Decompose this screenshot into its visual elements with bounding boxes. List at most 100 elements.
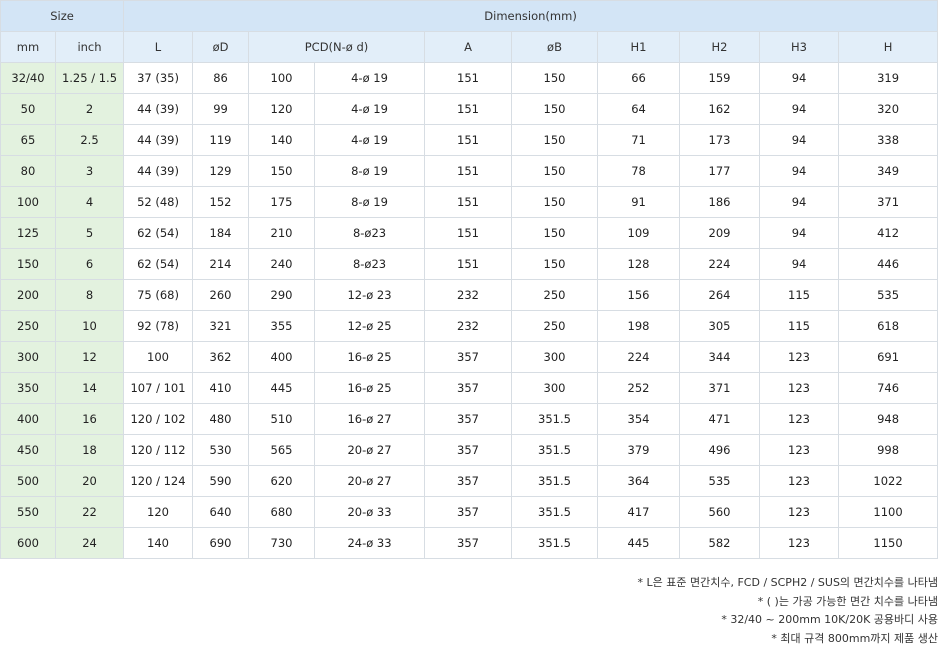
cell-size-mm: 80: [1, 156, 56, 187]
col-header-h1: H1: [598, 32, 680, 63]
cell-size-inch: 8: [56, 280, 124, 311]
cell-pcd-holes: 24-ø 33: [315, 528, 425, 559]
cell-od: 214: [193, 249, 249, 280]
table-row: 652.544 (39)1191404-ø 191511507117394338: [1, 125, 938, 156]
header-row-columns: mm inch L øD PCD(N-ø d) A øB H1 H2 H3 H: [1, 32, 938, 63]
table-row: 6002414069073024-ø 33357351.544558212311…: [1, 528, 938, 559]
col-header-inch: inch: [56, 32, 124, 63]
cell-a: 232: [425, 311, 512, 342]
cell-h2: 371: [680, 373, 760, 404]
cell-l: 120: [124, 497, 193, 528]
cell-od: 119: [193, 125, 249, 156]
cell-l: 44 (39): [124, 125, 193, 156]
cell-size-mm: 100: [1, 187, 56, 218]
cell-h3: 123: [760, 373, 839, 404]
cell-size-mm: 600: [1, 528, 56, 559]
cell-h1: 156: [598, 280, 680, 311]
cell-l: 52 (48): [124, 187, 193, 218]
header-row-group: Size Dimension(mm): [1, 1, 938, 32]
cell-h3: 94: [760, 187, 839, 218]
cell-h3: 123: [760, 342, 839, 373]
cell-size-inch: 1.25 / 1.5: [56, 63, 124, 94]
cell-h2: 582: [680, 528, 760, 559]
cell-h3: 94: [760, 249, 839, 280]
cell-pcd: 175: [249, 187, 315, 218]
cell-h: 948: [839, 404, 938, 435]
cell-a: 357: [425, 373, 512, 404]
table-row: 100452 (48)1521758-ø 191511509118694371: [1, 187, 938, 218]
cell-h3: 123: [760, 466, 839, 497]
cell-h1: 252: [598, 373, 680, 404]
cell-pcd: 680: [249, 497, 315, 528]
cell-size-inch: 14: [56, 373, 124, 404]
cell-pcd: 730: [249, 528, 315, 559]
cell-l: 37 (35): [124, 63, 193, 94]
cell-l: 44 (39): [124, 156, 193, 187]
cell-a: 151: [425, 94, 512, 125]
cell-pcd: 210: [249, 218, 315, 249]
cell-h1: 224: [598, 342, 680, 373]
cell-h2: 224: [680, 249, 760, 280]
cell-h1: 109: [598, 218, 680, 249]
cell-size-inch: 2.5: [56, 125, 124, 156]
cell-size-mm: 500: [1, 466, 56, 497]
cell-a: 151: [425, 187, 512, 218]
cell-h3: 94: [760, 156, 839, 187]
cell-pcd: 355: [249, 311, 315, 342]
cell-l: 120 / 112: [124, 435, 193, 466]
cell-h1: 66: [598, 63, 680, 94]
cell-h1: 417: [598, 497, 680, 528]
table-body: 32/401.25 / 1.537 (35)861004-ø 191511506…: [1, 63, 938, 559]
cell-h3: 123: [760, 404, 839, 435]
cell-h3: 94: [760, 94, 839, 125]
table-row: 3001210036240016-ø 25357300224344123691: [1, 342, 938, 373]
cell-size-mm: 32/40: [1, 63, 56, 94]
cell-l: 92 (78): [124, 311, 193, 342]
cell-size-mm: 550: [1, 497, 56, 528]
cell-pcd-holes: 20-ø 27: [315, 435, 425, 466]
cell-pcd-holes: 16-ø 27: [315, 404, 425, 435]
cell-ob: 150: [512, 94, 598, 125]
cell-a: 357: [425, 404, 512, 435]
cell-h: 412: [839, 218, 938, 249]
cell-a: 151: [425, 249, 512, 280]
cell-size-mm: 400: [1, 404, 56, 435]
cell-h1: 71: [598, 125, 680, 156]
cell-l: 100: [124, 342, 193, 373]
cell-l: 140: [124, 528, 193, 559]
cell-h1: 64: [598, 94, 680, 125]
cell-h1: 128: [598, 249, 680, 280]
cell-ob: 351.5: [512, 435, 598, 466]
cell-size-mm: 250: [1, 311, 56, 342]
cell-pcd: 620: [249, 466, 315, 497]
cell-h2: 162: [680, 94, 760, 125]
cell-l: 44 (39): [124, 94, 193, 125]
cell-a: 357: [425, 435, 512, 466]
cell-h2: 177: [680, 156, 760, 187]
cell-ob: 351.5: [512, 528, 598, 559]
cell-pcd-holes: 4-ø 19: [315, 125, 425, 156]
table-row: 45018120 / 11253056520-ø 27357351.537949…: [1, 435, 938, 466]
table-row: 5502212064068020-ø 33357351.541756012311…: [1, 497, 938, 528]
cell-h2: 496: [680, 435, 760, 466]
cell-l: 75 (68): [124, 280, 193, 311]
cell-h2: 305: [680, 311, 760, 342]
cell-od: 321: [193, 311, 249, 342]
cell-l: 62 (54): [124, 218, 193, 249]
cell-od: 86: [193, 63, 249, 94]
cell-pcd: 150: [249, 156, 315, 187]
cell-a: 357: [425, 466, 512, 497]
cell-size-mm: 300: [1, 342, 56, 373]
cell-h2: 560: [680, 497, 760, 528]
cell-ob: 300: [512, 342, 598, 373]
table-row: 80344 (39)1291508-ø 191511507817794349: [1, 156, 938, 187]
cell-pcd: 445: [249, 373, 315, 404]
cell-h3: 123: [760, 497, 839, 528]
cell-h3: 115: [760, 280, 839, 311]
cell-pcd: 240: [249, 249, 315, 280]
cell-pcd-holes: 8-ø 19: [315, 187, 425, 218]
cell-ob: 150: [512, 187, 598, 218]
cell-size-inch: 18: [56, 435, 124, 466]
cell-h1: 445: [598, 528, 680, 559]
cell-od: 410: [193, 373, 249, 404]
